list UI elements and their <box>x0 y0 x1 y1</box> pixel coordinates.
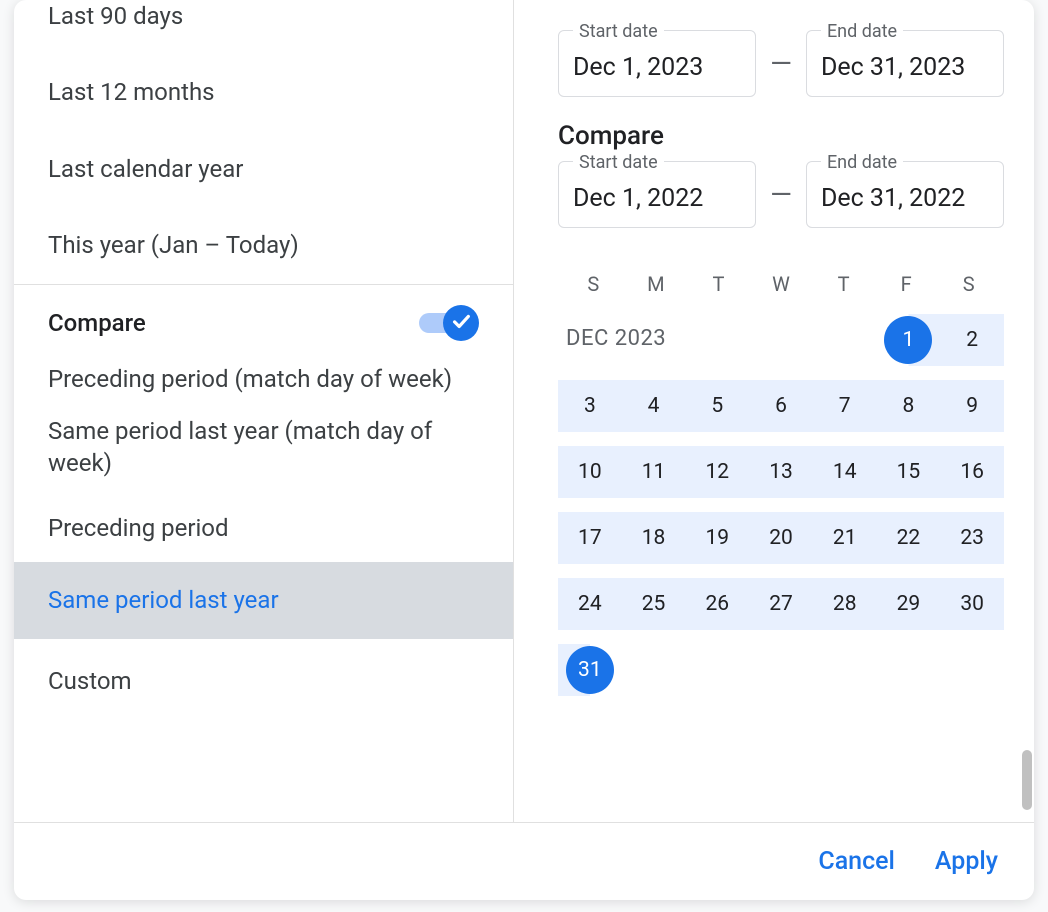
compare-end-date-field[interactable]: End date Dec 31, 2022 <box>806 161 1004 228</box>
start-date-value: Dec 1, 2023 <box>573 53 703 82</box>
toggle-thumb <box>443 305 479 341</box>
calendar-day-24[interactable]: 24 <box>558 578 622 630</box>
weekday-m: M <box>625 272 688 296</box>
calendar-day-25[interactable]: 25 <box>622 578 686 630</box>
calendar-day-7[interactable]: 7 <box>813 380 877 432</box>
calendar-day-5[interactable]: 5 <box>685 380 749 432</box>
end-date-label: End date <box>821 21 903 42</box>
weekday-s2: S <box>937 272 1000 296</box>
preset-pane: Last 90 days Last 12 months Last calenda… <box>14 0 514 822</box>
calendar-day-10[interactable]: 10 <box>558 446 622 498</box>
option-last-12-months[interactable]: Last 12 months <box>14 54 513 130</box>
end-date-field[interactable]: End date Dec 31, 2023 <box>806 30 1004 97</box>
compare-option-same-last-year[interactable]: Same period last year <box>14 562 513 638</box>
calendar-day-20[interactable]: 20 <box>749 512 813 564</box>
calendar-pane: Start date Dec 1, 2023 — End date Dec 31… <box>514 0 1034 822</box>
calendar-day-23[interactable]: 23 <box>940 512 1004 564</box>
compare-end-date-label: End date <box>821 152 903 173</box>
end-date-value: Dec 31, 2023 <box>821 53 965 82</box>
calendar: S M T W T F S DEC 2023 12345678910111213… <box>558 272 1004 696</box>
compare-option-same-last-year-match-dow[interactable]: Same period last year (match day of week… <box>14 405 513 490</box>
compare-title: Compare <box>558 121 1004 151</box>
calendar-day-4[interactable]: 4 <box>622 380 686 432</box>
calendar-day-14[interactable]: 14 <box>813 446 877 498</box>
compare-start-date-label: Start date <box>573 152 664 173</box>
option-last-calendar-year[interactable]: Last calendar year <box>14 131 513 207</box>
scrollbar[interactable] <box>1022 750 1032 810</box>
primary-date-row: Start date Dec 1, 2023 — End date Dec 31… <box>558 30 1004 97</box>
calendar-day-15[interactable]: 15 <box>877 446 941 498</box>
compare-options: Preceding period (match day of week) Sam… <box>14 353 513 719</box>
calendar-day-28[interactable]: 28 <box>813 578 877 630</box>
calendar-day <box>813 314 877 366</box>
calendar-day-21[interactable]: 21 <box>813 512 877 564</box>
compare-header: Compare <box>14 285 513 353</box>
weekday-f: F <box>875 272 938 296</box>
calendar-day-17[interactable]: 17 <box>558 512 622 564</box>
apply-button[interactable]: Apply <box>935 847 998 876</box>
calendar-day-29[interactable]: 29 <box>877 578 941 630</box>
dash-separator: — <box>770 178 792 211</box>
weekday-header: S M T W T F S <box>558 272 1004 296</box>
weekday-s: S <box>562 272 625 296</box>
calendar-day-8[interactable]: 8 <box>877 380 941 432</box>
compare-label: Compare <box>48 309 146 337</box>
compare-start-date-value: Dec 1, 2022 <box>573 184 703 213</box>
compare-start-date-field[interactable]: Start date Dec 1, 2022 <box>558 161 756 228</box>
calendar-day <box>685 314 749 366</box>
calendar-day-3[interactable]: 3 <box>558 380 622 432</box>
compare-date-row: Start date Dec 1, 2022 — End date Dec 31… <box>558 161 1004 228</box>
option-this-year[interactable]: This year (Jan – Today) <box>14 207 513 283</box>
calendar-day-1[interactable]: 1 <box>877 314 941 366</box>
calendar-day-30[interactable]: 30 <box>940 578 1004 630</box>
calendar-day-22[interactable]: 22 <box>877 512 941 564</box>
calendar-day-9[interactable]: 9 <box>940 380 1004 432</box>
calendar-day <box>749 314 813 366</box>
day-marker: 1 <box>884 316 932 364</box>
day-marker: 31 <box>566 646 614 694</box>
calendar-day-2[interactable]: 2 <box>940 314 1004 366</box>
calendar-day-19[interactable]: 19 <box>685 512 749 564</box>
weekday-w: W <box>750 272 813 296</box>
calendar-day-13[interactable]: 13 <box>749 446 813 498</box>
compare-toggle[interactable] <box>419 305 479 341</box>
calendar-day-26[interactable]: 26 <box>685 578 749 630</box>
calendar-day-18[interactable]: 18 <box>622 512 686 564</box>
start-date-field[interactable]: Start date Dec 1, 2023 <box>558 30 756 97</box>
dialog-footer: Cancel Apply <box>14 822 1034 900</box>
weekday-t2: T <box>812 272 875 296</box>
check-icon <box>450 310 472 336</box>
compare-option-preceding[interactable]: Preceding period <box>14 490 513 554</box>
calendar-day-27[interactable]: 27 <box>749 578 813 630</box>
calendar-grid: 1234567891011121314151617181920212223242… <box>558 314 1004 696</box>
calendar-day-31[interactable]: 31 <box>558 644 622 696</box>
option-last-90-days[interactable]: Last 90 days <box>14 0 513 54</box>
calendar-day-16[interactable]: 16 <box>940 446 1004 498</box>
compare-option-custom[interactable]: Custom <box>14 647 513 719</box>
month-label: DEC 2023 <box>566 326 666 351</box>
date-range-dialog: Last 90 days Last 12 months Last calenda… <box>14 0 1034 900</box>
dialog-content: Last 90 days Last 12 months Last calenda… <box>14 0 1034 822</box>
weekday-t: T <box>687 272 750 296</box>
dash-separator: — <box>770 47 792 80</box>
cancel-button[interactable]: Cancel <box>818 847 895 876</box>
calendar-day-6[interactable]: 6 <box>749 380 813 432</box>
calendar-day-11[interactable]: 11 <box>622 446 686 498</box>
calendar-day-12[interactable]: 12 <box>685 446 749 498</box>
start-date-label: Start date <box>573 21 664 42</box>
compare-end-date-value: Dec 31, 2022 <box>821 184 965 213</box>
compare-option-preceding-match-dow[interactable]: Preceding period (match day of week) <box>14 353 513 405</box>
